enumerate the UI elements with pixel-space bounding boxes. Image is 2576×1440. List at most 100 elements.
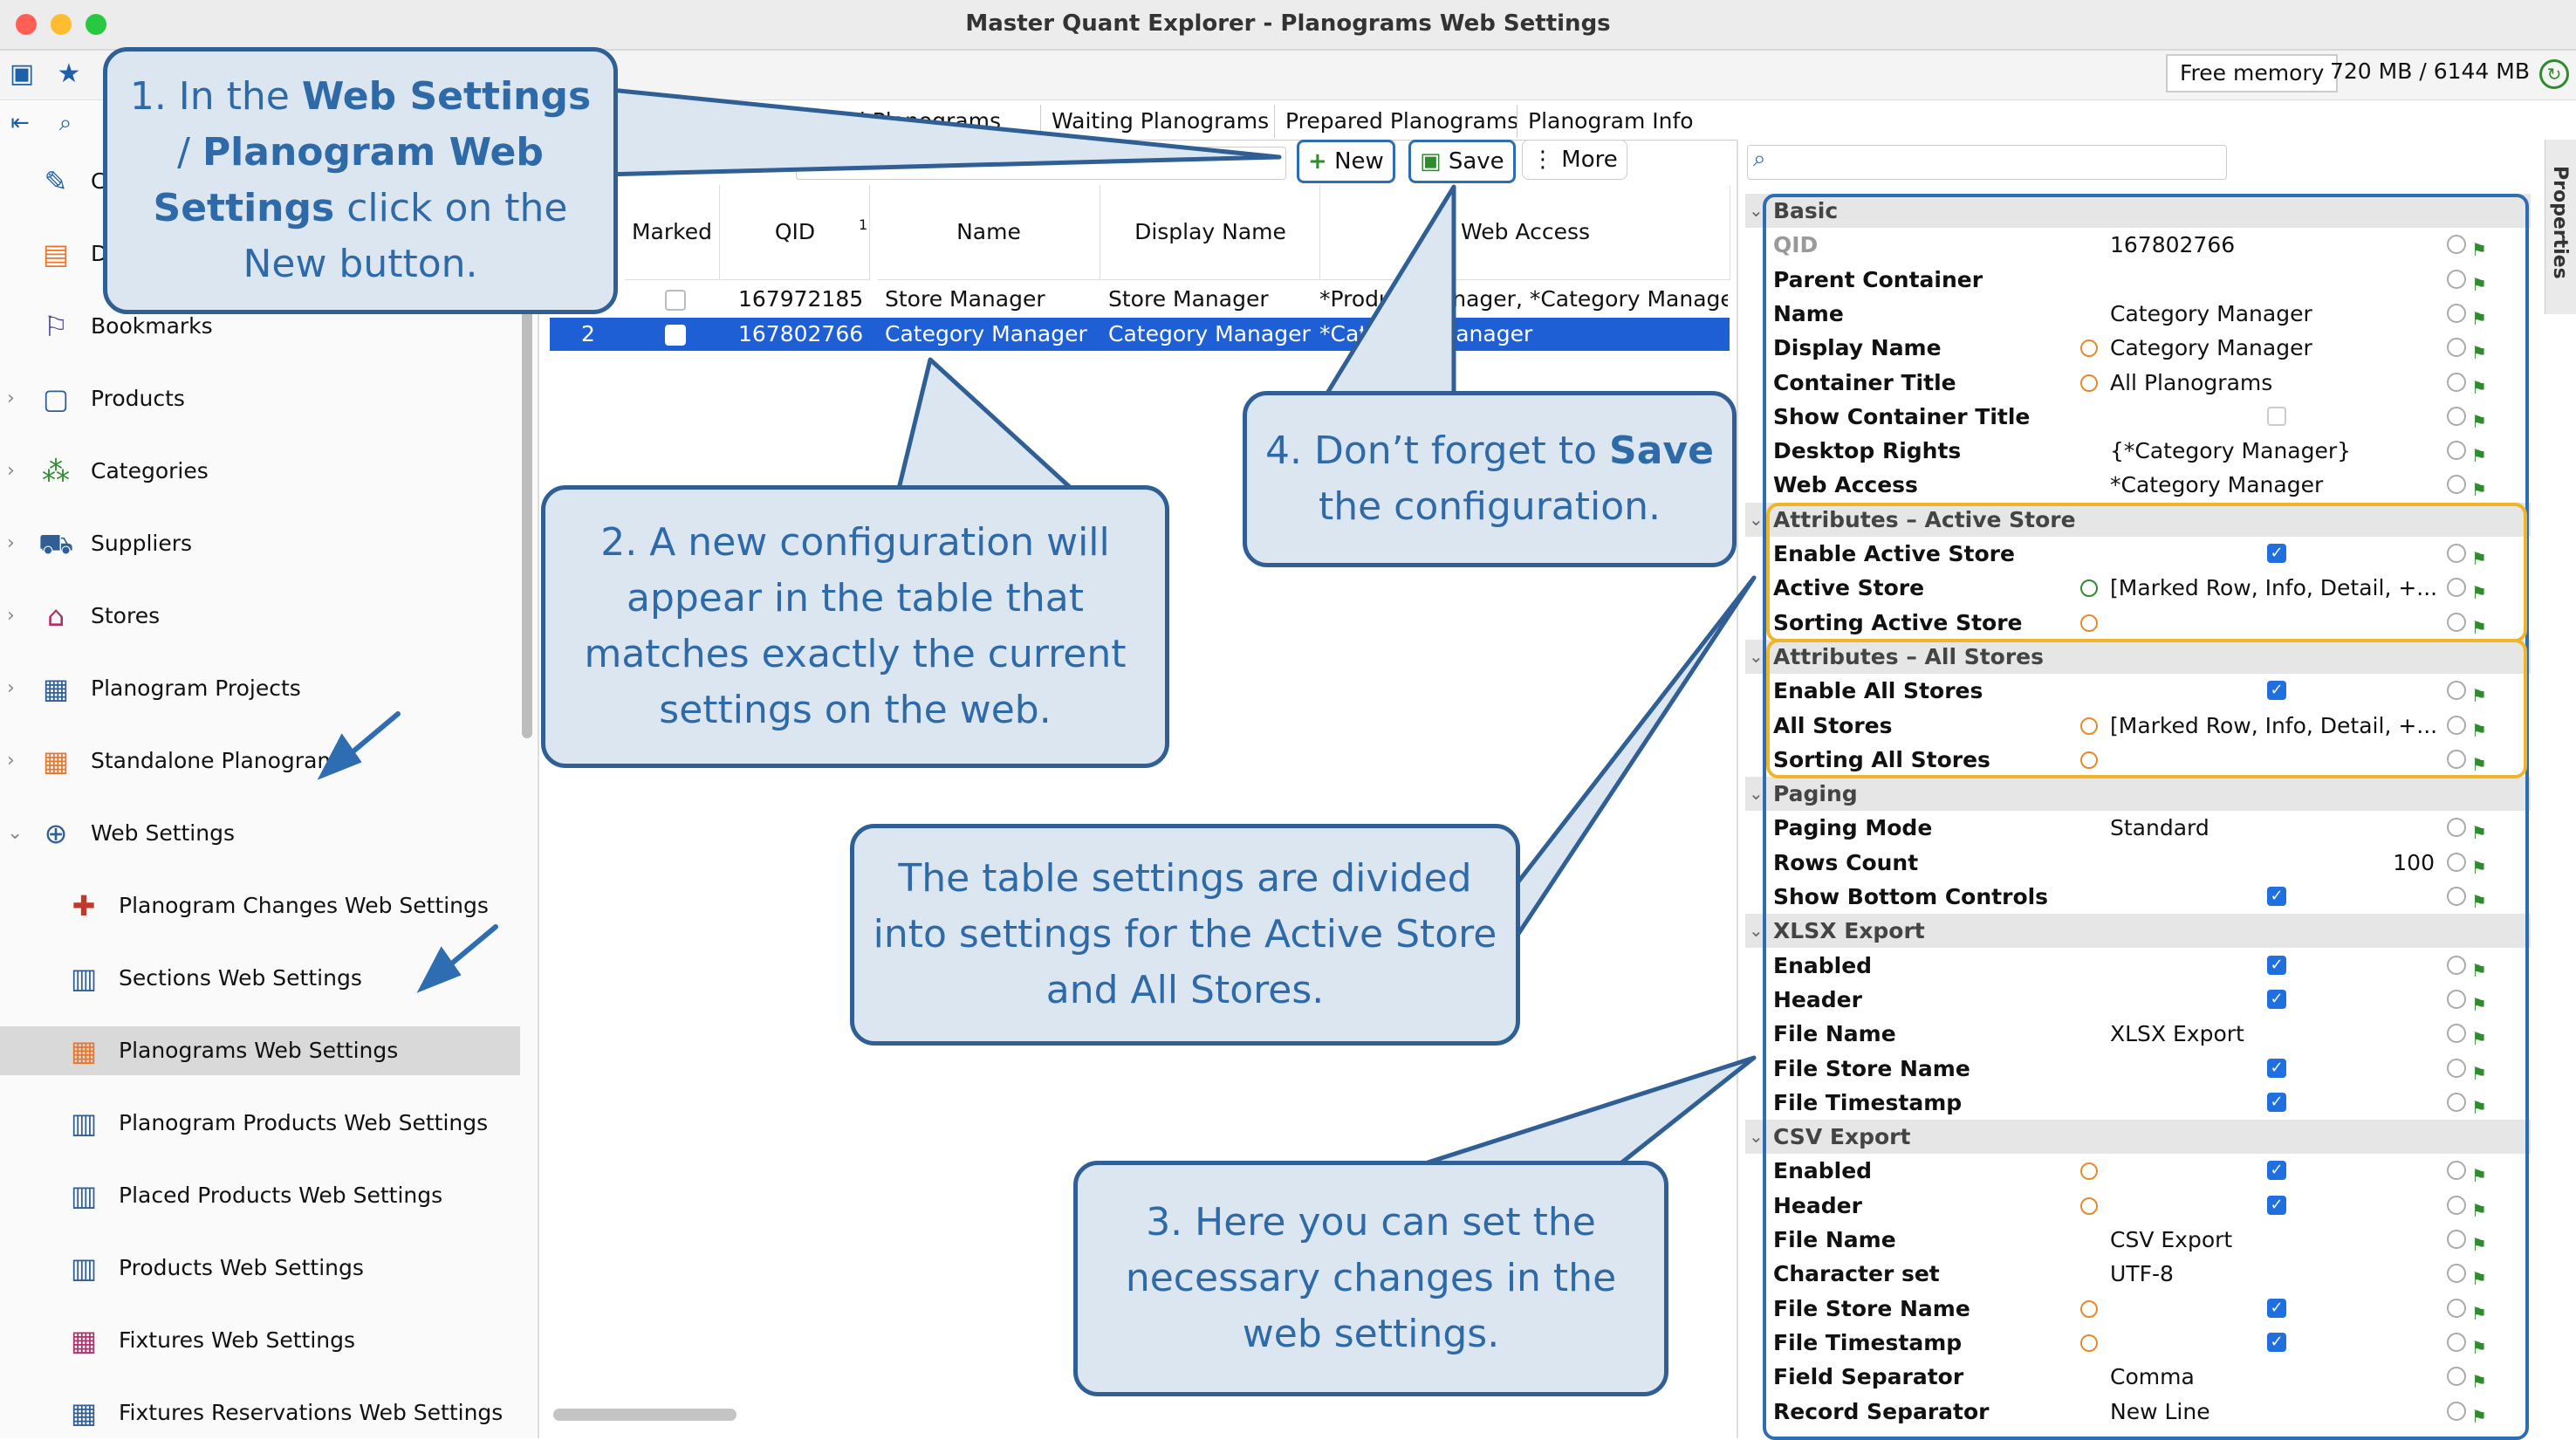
property-row[interactable]: Show Bottom Controls ✓ ⚑ xyxy=(1745,880,2531,914)
property-value[interactable]: 167802766 xyxy=(2110,228,2235,262)
sidebar-item-categories[interactable]: › ⁂ Categories xyxy=(0,447,520,496)
save-button[interactable]: ▣ Save xyxy=(1408,140,1516,183)
property-row[interactable]: Desktop Rights {*Category Manager} ⚑ xyxy=(1745,434,2531,468)
reset-icon[interactable] xyxy=(2447,441,2466,461)
reset-icon[interactable] xyxy=(2447,818,2466,838)
property-value[interactable]: UTF-8 xyxy=(2110,1257,2174,1291)
sidebar-item-products-web-settings[interactable]: ▥ Products Web Settings xyxy=(0,1244,520,1293)
column-header-marked[interactable]: Marked xyxy=(625,185,720,280)
checkbox-checked[interactable]: ✓ xyxy=(2267,1298,2286,1318)
properties-side-tab[interactable]: Properties xyxy=(2545,140,2576,314)
property-group[interactable]: ⌄ Attributes – All Stores xyxy=(1745,639,2531,674)
tab-prepared-planograms[interactable]: Prepared Planograms xyxy=(1274,105,1529,138)
table-search-input[interactable]: ⌕ xyxy=(796,147,1286,180)
reset-icon[interactable] xyxy=(2447,338,2466,358)
checkbox-checked[interactable]: ✓ xyxy=(2267,544,2286,563)
property-row[interactable]: Sorting All Stores ⚑ xyxy=(1745,743,2531,777)
property-group[interactable]: ⌄ Basic xyxy=(1745,194,2531,228)
property-value[interactable]: Category Manager xyxy=(2110,331,2312,365)
property-row[interactable]: Container Title All Planograms ⚑ xyxy=(1745,366,2531,400)
property-row[interactable]: Show Container Title ⚑ xyxy=(1745,400,2531,434)
sidebar-item-web-settings[interactable]: ⌄ ⊕ Web Settings xyxy=(0,809,520,858)
chevron-down-icon[interactable]: ⌄ xyxy=(1749,1120,1764,1154)
property-value[interactable]: Category Manager xyxy=(2110,297,2312,331)
property-row[interactable]: Name Category Manager ⚑ xyxy=(1745,297,2531,331)
property-row[interactable]: All Stores [Marked Row, Info, Detail, +..… xyxy=(1745,709,2531,743)
property-value[interactable]: XLSX Export xyxy=(2110,1017,2244,1051)
reset-icon[interactable] xyxy=(2447,1298,2466,1318)
reset-icon[interactable] xyxy=(2447,235,2466,255)
checkbox-checked[interactable]: ✓ xyxy=(2267,955,2286,975)
reset-icon[interactable] xyxy=(2447,269,2466,289)
checkbox-checked[interactable]: ✓ xyxy=(2267,1161,2286,1181)
sidebar-item-planograms-web-settings[interactable]: ▦ Planograms Web Settings xyxy=(0,1026,520,1075)
chevron-right-icon[interactable]: › xyxy=(7,664,24,713)
filter-icon[interactable]: ⇤ xyxy=(3,106,37,140)
chevron-right-icon[interactable]: › xyxy=(7,519,24,568)
property-row[interactable]: File Store Name ✓ ⚑ xyxy=(1745,1292,2531,1326)
reset-icon[interactable] xyxy=(2447,1161,2466,1181)
properties-search-input[interactable]: ⌕ xyxy=(1747,145,2227,180)
property-row[interactable]: Enabled ✓ ⚑ xyxy=(1745,949,2531,983)
property-row[interactable]: Parent Container ⚑ xyxy=(1745,263,2531,297)
chevron-down-icon[interactable]: ⌄ xyxy=(7,809,24,858)
checkbox-checked[interactable]: ✓ xyxy=(2267,989,2286,1009)
property-row[interactable]: File Name XLSX Export ⚑ xyxy=(1745,1017,2531,1051)
chevron-down-icon[interactable]: ⌄ xyxy=(1749,777,1764,811)
property-row[interactable]: Header ✓ ⚑ xyxy=(1745,1189,2531,1223)
property-row[interactable]: File Store Name ✓ ⚑ xyxy=(1745,1052,2531,1086)
checkbox-checked[interactable]: ✓ xyxy=(2267,681,2286,701)
property-row[interactable]: Enable Active Store ✓ ⚑ xyxy=(1745,537,2531,571)
reset-icon[interactable] xyxy=(2447,475,2466,495)
reset-icon[interactable] xyxy=(2447,749,2466,769)
sidebar-item-placed-products-web-settings[interactable]: ▥ Placed Products Web Settings xyxy=(0,1171,520,1220)
property-value[interactable]: *Category Manager xyxy=(2110,468,2323,502)
property-value[interactable]: All Planograms xyxy=(2110,366,2272,400)
property-row[interactable]: QID 167802766 ⚑ xyxy=(1745,228,2531,262)
sidebar-item-sections-web-settings[interactable]: ▥ Sections Web Settings xyxy=(0,954,520,1003)
reset-icon[interactable] xyxy=(2447,1195,2466,1215)
property-row[interactable]: Enable All Stores ✓ ⚑ xyxy=(1745,674,2531,708)
sidebar-toggle-icon[interactable]: ▣ xyxy=(5,58,38,91)
reset-icon[interactable] xyxy=(2447,887,2466,906)
checkbox-checked[interactable]: ✓ xyxy=(2267,1332,2286,1352)
reset-icon[interactable] xyxy=(2447,1332,2466,1352)
property-value[interactable]: [Marked Row, Info, Detail, +... xyxy=(2110,571,2437,605)
property-row[interactable]: Display Name Category Manager ⚑ xyxy=(1745,331,2531,365)
sidebar-item-planogram-products-web-settings[interactable]: ▥ Planogram Products Web Settings xyxy=(0,1099,520,1148)
property-row[interactable]: Rows Count 100 ⚑ xyxy=(1745,846,2531,880)
column-header-qid[interactable]: QID xyxy=(721,185,870,280)
property-row[interactable]: Web Access *Category Manager ⚑ xyxy=(1745,468,2531,502)
sidebar-item-fixtures-reservations-web-settings[interactable]: ▦ Fixtures Reservations Web Settings xyxy=(0,1389,520,1437)
search-icon[interactable]: ⌕ xyxy=(49,106,82,140)
chevron-down-icon[interactable]: ⌄ xyxy=(1749,640,1764,674)
property-row[interactable]: Sorting Active Store ⚑ xyxy=(1745,606,2531,640)
reset-icon[interactable] xyxy=(2447,955,2466,975)
more-button[interactable]: ⋮ More xyxy=(1522,140,1627,180)
checkbox-checked[interactable]: ✓ xyxy=(2267,1092,2286,1112)
reset-icon[interactable] xyxy=(2447,989,2466,1009)
reset-icon[interactable] xyxy=(2447,681,2466,701)
chevron-down-icon[interactable]: ⌄ xyxy=(1749,194,1764,228)
chevron-right-icon[interactable]: › xyxy=(7,374,24,423)
table-horizontal-scrollbar[interactable] xyxy=(553,1409,736,1421)
chevron-right-icon[interactable]: › xyxy=(7,447,24,496)
reset-icon[interactable] xyxy=(2447,1367,2466,1387)
reset-icon[interactable] xyxy=(2447,372,2466,392)
reset-icon[interactable] xyxy=(2447,578,2466,598)
property-group[interactable]: ⌄ Paging xyxy=(1745,777,2531,812)
property-row[interactable]: Field Separator Comma ⚑ xyxy=(1745,1360,2531,1394)
chevron-down-icon[interactable]: ⌄ xyxy=(1749,503,1764,537)
reset-icon[interactable] xyxy=(2447,852,2466,872)
tab-planogram-info[interactable]: Planogram Info xyxy=(1517,105,1704,138)
reset-icon[interactable] xyxy=(2447,612,2466,632)
property-value[interactable]: {*Category Manager} xyxy=(2110,434,2351,468)
property-row[interactable]: File Name CSV Export ⚑ xyxy=(1745,1223,2531,1257)
property-row[interactable]: File Timestamp ✓ ⚑ xyxy=(1745,1326,2531,1360)
column-header-display-name[interactable]: Display Name xyxy=(1101,185,1320,280)
property-row[interactable]: Enabled ✓ ⚑ xyxy=(1745,1154,2531,1188)
new-button[interactable]: + New xyxy=(1297,140,1395,183)
reset-icon[interactable] xyxy=(2447,1024,2466,1044)
tab-waiting-planograms[interactable]: Waiting Planograms xyxy=(1040,105,1279,138)
property-row[interactable]: Active Store [Marked Row, Info, Detail, +… xyxy=(1745,571,2531,605)
